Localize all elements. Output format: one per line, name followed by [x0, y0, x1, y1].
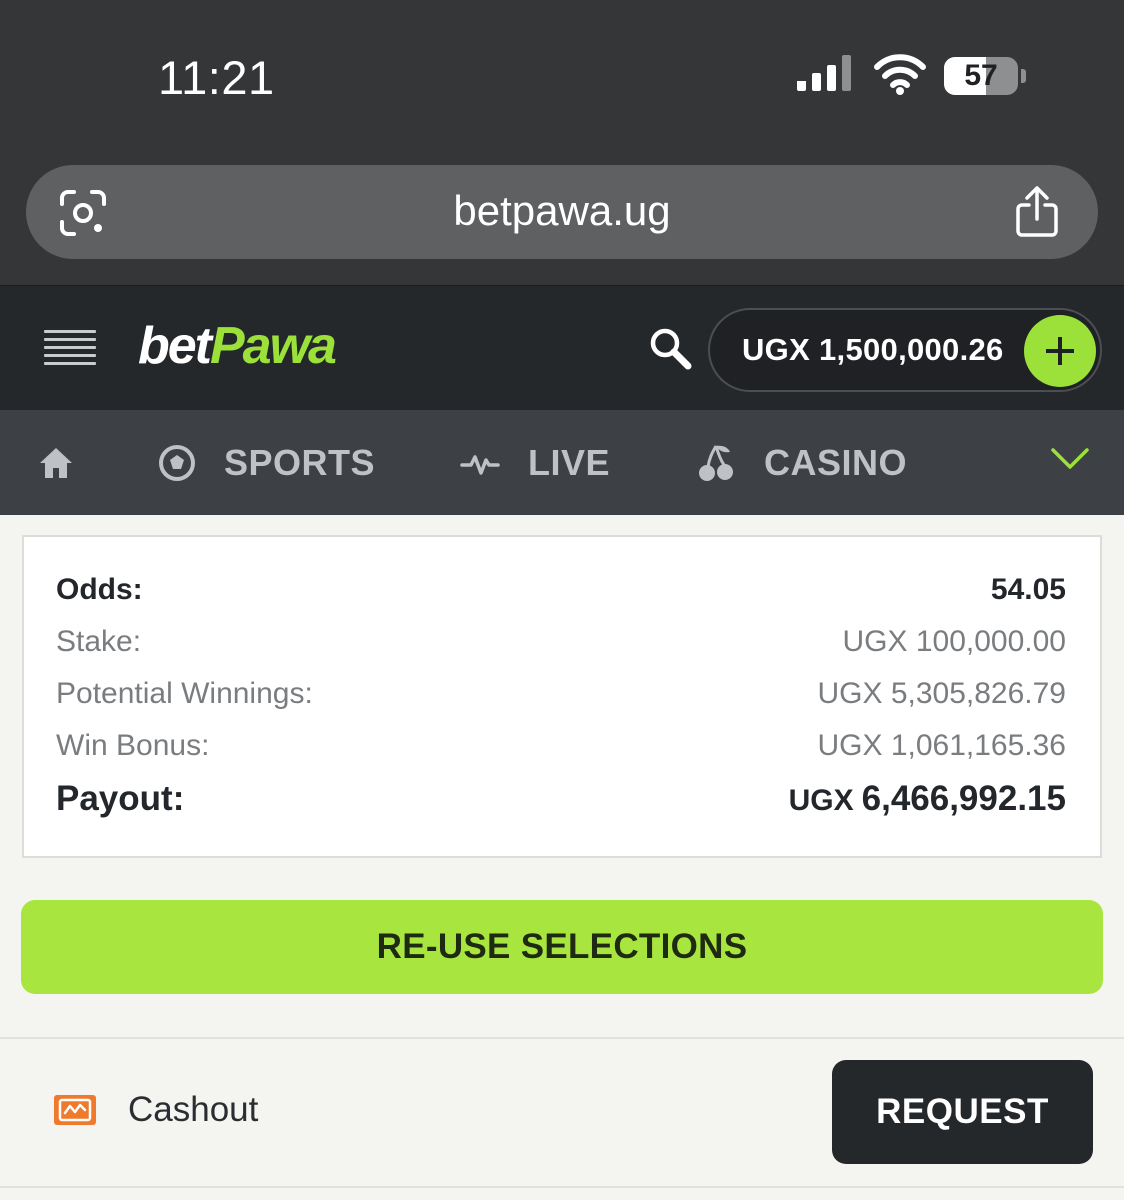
menu-icon[interactable]: [44, 330, 96, 368]
site-header: betPawa UGX 1,500,000.26: [0, 285, 1124, 410]
odds-value: 54.05: [990, 573, 1066, 606]
cashout-label: Cashout: [128, 1090, 259, 1129]
stake-row: Stake: UGX 100,000.00: [56, 625, 1066, 659]
home-icon: [40, 447, 72, 478]
logo-pawa: Pawa: [210, 317, 337, 375]
win-bonus-row: Win Bonus: UGX 1,061,165.36: [56, 729, 1066, 763]
betpawa-logo[interactable]: betPawa: [138, 316, 337, 376]
odds-row: Odds: 54.05: [56, 573, 1066, 607]
payout-row: Payout: UGX 6,466,992.15: [56, 779, 1066, 819]
pulse-icon: [460, 454, 500, 475]
share-icon[interactable]: [1014, 185, 1060, 239]
nav-sports-label: SPORTS: [224, 441, 376, 483]
potential-winnings-label: Potential Winnings:: [56, 677, 313, 710]
payout-value-group: UGX 6,466,992.15: [789, 779, 1066, 819]
win-bonus-value: UGX 1,061,165.36: [817, 729, 1066, 762]
balance-pill[interactable]: UGX 1,500,000.26: [708, 308, 1102, 392]
reuse-selections-button[interactable]: RE-USE SELECTIONS: [21, 900, 1103, 994]
status-time: 11:21: [158, 51, 275, 104]
cellular-signal-icon: [797, 55, 851, 91]
stake-label: Stake:: [56, 625, 142, 658]
main-nav: SPORTS LIVE CASINO: [0, 410, 1124, 515]
nav-live[interactable]: LIVE: [460, 410, 610, 515]
nav-live-label: LIVE: [528, 441, 611, 483]
potential-winnings-row: Potential Winnings: UGX 5,305,826.79: [56, 677, 1066, 711]
search-icon[interactable]: [648, 326, 692, 370]
battery-level: 57: [964, 59, 998, 92]
cashout-icon: [54, 1095, 96, 1125]
divider: [0, 1037, 1124, 1039]
odds-label: Odds:: [56, 573, 143, 606]
football-icon: [159, 444, 195, 481]
stake-value: UGX 100,000.00: [842, 625, 1067, 658]
payout-value: 6,466,992.15: [861, 779, 1066, 818]
browser-chrome: 11:21 57 betpawa.ug: [0, 0, 1124, 285]
wifi-icon: [874, 54, 926, 95]
url-text[interactable]: betpawa.ug: [26, 187, 1098, 235]
chevron-down-icon: [1051, 448, 1089, 469]
nav-sports[interactable]: SPORTS: [158, 410, 375, 515]
balance-amount: UGX 1,500,000.26: [742, 332, 1004, 367]
logo-bet: bet: [138, 317, 212, 375]
bottom-divider: [0, 1186, 1124, 1188]
payout-label: Payout:: [56, 779, 185, 818]
nav-home[interactable]: [38, 410, 74, 515]
nav-expand-button[interactable]: [1018, 410, 1124, 515]
battery-icon: 57: [944, 57, 1027, 95]
nav-casino[interactable]: CASINO: [696, 410, 907, 515]
potential-winnings-value: UGX 5,305,826.79: [817, 677, 1066, 710]
nav-casino-label: CASINO: [764, 441, 908, 483]
cherry-icon: [699, 444, 733, 481]
payout-currency: UGX: [788, 784, 854, 817]
address-bar[interactable]: betpawa.ug: [26, 165, 1098, 259]
request-cashout-button[interactable]: REQUEST: [832, 1060, 1093, 1164]
bet-summary-card: Odds: 54.05 Stake: UGX 100,000.00 Potent…: [22, 535, 1102, 858]
win-bonus-label: Win Bonus:: [56, 729, 210, 762]
deposit-plus-button[interactable]: [1024, 315, 1096, 387]
